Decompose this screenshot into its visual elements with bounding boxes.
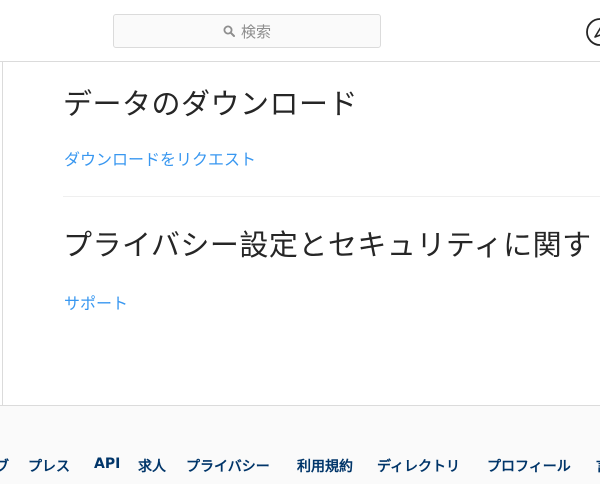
footer-link-api[interactable]: API [94,456,120,472]
support-link[interactable]: サポート [64,290,128,314]
top-navigation-bar: 検索 [0,0,600,62]
search-placeholder: 検索 [240,22,271,41]
footer-link-blog[interactable]: ブ [0,456,9,476]
footer-link-language[interactable]: 言 [596,456,600,476]
request-download-link[interactable]: ダウンロードをリクエスト [64,146,256,170]
privacy-security-title: プライバシー設定とセキュリティに関す [63,228,592,262]
search-icon [223,25,235,37]
section-divider [63,196,600,197]
footer-link-profiles[interactable]: プロフィール [487,456,571,476]
activity-icon[interactable] [585,17,600,47]
footer-link-privacy[interactable]: プライバシー [186,456,270,476]
footer-link-press[interactable]: プレス [28,456,70,476]
search-box[interactable]: 検索 [113,14,381,48]
footer-link-terms[interactable]: 利用規約 [297,456,353,476]
footer: ブ プレス API 求人 プライバシー 利用規約 ディレクトリ プロフィール 言 [0,405,600,484]
footer-nav: ブ プレス API 求人 プライバシー 利用規約 ディレクトリ プロフィール 言 [0,456,600,476]
settings-content: データのダウンロード ダウンロードをリクエスト プライバシー設定とセキュリティに… [0,62,600,405]
footer-link-jobs[interactable]: 求人 [138,456,166,476]
content-left-border [2,62,3,405]
data-download-title: データのダウンロード [63,87,359,121]
footer-link-directory[interactable]: ディレクトリ [377,456,460,476]
